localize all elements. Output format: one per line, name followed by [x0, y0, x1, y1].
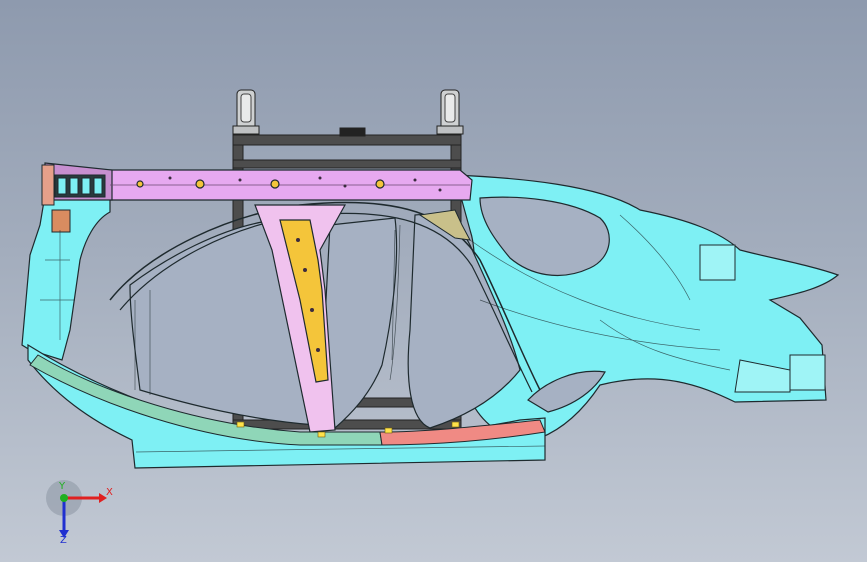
y-axis-arrow [60, 494, 68, 502]
caster-wheel-left [232, 89, 260, 135]
roof-rail[interactable] [44, 162, 473, 201]
z-axis-label: Z [60, 535, 67, 546]
caster-wheel-right [436, 89, 464, 135]
cad-viewport[interactable]: X Y Z [0, 0, 867, 562]
x-axis-label: X [106, 487, 113, 498]
model-view[interactable] [0, 0, 867, 562]
coordinate-triad: X Y Z [44, 478, 124, 548]
y-axis-label: Y [59, 481, 66, 492]
